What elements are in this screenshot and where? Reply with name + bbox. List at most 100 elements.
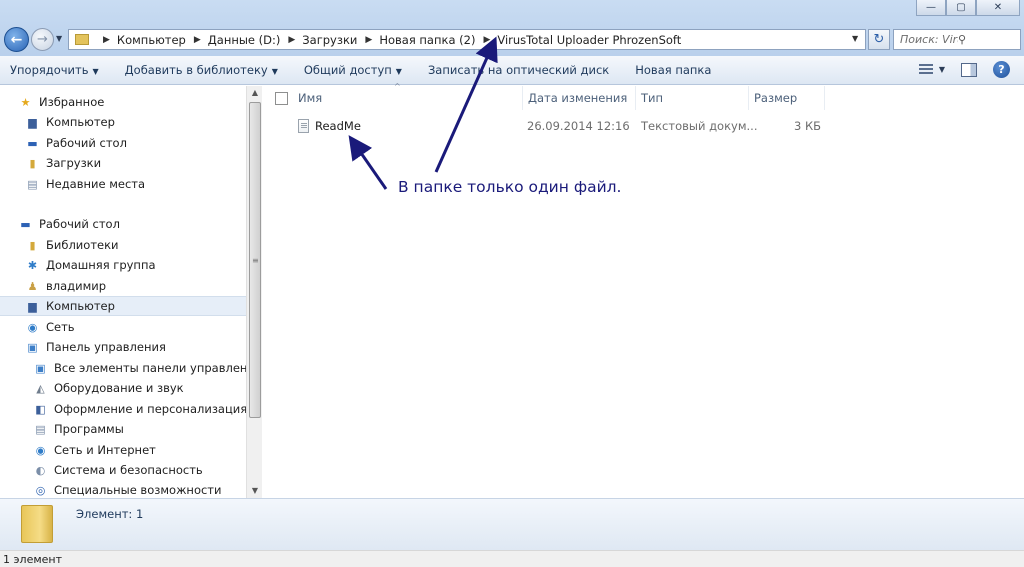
recent-pages-dropdown[interactable]: ▼	[56, 34, 62, 43]
desktop-icon: ▬	[20, 217, 31, 231]
file-type: Текстовый докум...	[641, 119, 758, 133]
file-row[interactable]: ReadMe 26.09.2014 12:16 Текстовый докум.…	[263, 116, 828, 136]
nav-cp-network[interactable]: ◉ Сеть и Интернет	[33, 440, 156, 460]
search-input[interactable]: Поиск: VirusTotal ... ⚲	[893, 29, 1021, 50]
nav-homegroup[interactable]: ✱ Домашняя группа	[25, 255, 156, 275]
programs-icon: ▤	[35, 422, 46, 436]
close-button[interactable]: ✕	[976, 0, 1020, 16]
file-list: ^ Имя Дата изменения Тип Размер ReadMe 2…	[263, 82, 1024, 498]
add-to-library-label: Добавить в библиотеку	[124, 63, 268, 77]
recent-places-icon: ▤	[27, 177, 38, 191]
chevron-down-icon: ▼	[938, 65, 945, 74]
file-size: 3 КБ	[794, 119, 822, 133]
nav-label: Специальные возможности	[54, 483, 222, 497]
nav-label: Панель управления	[46, 340, 166, 354]
downloads-folder-icon: ▮	[29, 156, 36, 170]
nav-label: Программы	[54, 422, 124, 436]
nav-cp-all[interactable]: ▣ Все элементы панели управления	[33, 358, 246, 378]
add-to-library-menu[interactable]: Добавить в библиотеку ▼	[125, 63, 278, 77]
address-dropdown-icon[interactable]: ▼	[852, 34, 858, 43]
burn-button[interactable]: Записать на оптический диск	[428, 63, 609, 77]
file-name-cell[interactable]: ReadMe	[298, 116, 361, 136]
organize-menu[interactable]: Упорядочить ▼	[10, 63, 99, 77]
breadcrumb-separator-icon[interactable]: ▶	[194, 35, 201, 45]
nav-label: Рабочий стол	[46, 136, 127, 150]
control-panel-icon: ▣	[27, 340, 38, 354]
back-button[interactable]: ←	[4, 27, 29, 52]
breadcrumb-separator-icon[interactable]: ▶	[365, 35, 372, 45]
nav-label: Оформление и персонализация	[54, 402, 246, 416]
status-text: 1 элемент	[3, 552, 62, 566]
breadcrumb-downloads[interactable]: Загрузки	[302, 33, 357, 47]
column-type-label: Тип	[641, 91, 664, 105]
new-folder-button[interactable]: Новая папка	[635, 63, 711, 77]
chevron-down-icon: ▼	[395, 67, 402, 76]
nav-user[interactable]: ♟ владимир	[25, 276, 107, 296]
scroll-down-icon[interactable]: ▼	[247, 484, 263, 498]
nav-label: Система и безопасность	[54, 463, 203, 477]
column-size[interactable]: Размер	[749, 86, 825, 110]
window-controls: — ▢ ✕	[916, 0, 1020, 16]
nav-computer[interactable]: ▆ Компьютер	[0, 296, 246, 316]
breadcrumb-drive[interactable]: Данные (D:)	[208, 33, 281, 47]
column-type[interactable]: Тип	[636, 86, 749, 110]
file-date: 26.09.2014 12:16	[527, 119, 630, 133]
control-panel-icon: ▣	[35, 361, 46, 375]
breadcrumb-separator-icon[interactable]: ▶	[103, 35, 110, 45]
breadcrumb-separator-icon[interactable]: ▶	[288, 35, 295, 45]
nav-cp-appearance[interactable]: ◧ Оформление и персонализация	[33, 399, 246, 419]
forward-button[interactable]: →	[31, 28, 54, 51]
nav-cp-access[interactable]: ◎ Специальные возможности	[33, 480, 222, 498]
nav-fav-recent[interactable]: ▤ Недавние места	[25, 174, 145, 194]
select-all-checkbox[interactable]	[275, 91, 288, 105]
refresh-button[interactable]: ↻	[868, 29, 890, 50]
file-name[interactable]: ReadMe	[315, 119, 361, 133]
breadcrumb-new-folder[interactable]: Новая папка (2)	[379, 33, 475, 47]
minimize-button[interactable]: —	[916, 0, 946, 16]
breadcrumb-current-folder[interactable]: VirusTotal Uploader PhrozenSoft	[497, 33, 681, 47]
system-security-icon: ◐	[35, 463, 46, 477]
nav-label: Сеть и Интернет	[54, 443, 156, 457]
chevron-down-icon: ▼	[271, 67, 278, 76]
grip-icon: ≡	[252, 256, 259, 265]
nav-label: Загрузки	[46, 156, 102, 170]
nav-network[interactable]: ◉ Сеть	[25, 317, 75, 337]
nav-fav-downloads[interactable]: ▮ Загрузки	[25, 153, 101, 173]
nav-cp-programs[interactable]: ▤ Программы	[33, 419, 124, 439]
nav-label: Сеть	[46, 320, 75, 334]
address-bar[interactable]: ▶ Компьютер ▶ Данные (D:) ▶ Загрузки ▶ Н…	[68, 29, 866, 50]
back-arrow-icon: ←	[10, 31, 23, 48]
column-date-label: Дата изменения	[528, 91, 628, 105]
chevron-down-icon: ▼	[92, 67, 99, 76]
appearance-icon: ◧	[35, 402, 46, 416]
computer-icon: ▆	[28, 299, 37, 313]
nav-favorites[interactable]: ★ Избранное	[18, 92, 105, 112]
breadcrumb-separator-icon[interactable]: ▶	[483, 35, 490, 45]
nav-desktop[interactable]: ▬ Рабочий стол	[18, 214, 120, 234]
title-bar: — ▢ ✕ ← → ▼ ▶ Компьютер ▶ Данные (D:) ▶ …	[0, 0, 1024, 56]
nav-label: Рабочий стол	[39, 217, 120, 231]
navigation-scrollbar[interactable]: ▲ ≡ ▼	[246, 86, 262, 498]
column-name-label: Имя	[298, 91, 323, 105]
nav-control-panel[interactable]: ▣ Панель управления	[25, 337, 166, 357]
nav-label: Оборудование и звук	[54, 381, 184, 395]
scroll-up-icon[interactable]: ▲	[247, 86, 263, 100]
nav-fav-computer[interactable]: ▆ Компьютер	[25, 112, 115, 132]
nav-fav-desktop[interactable]: ▬ Рабочий стол	[25, 133, 127, 153]
nav-label: Библиотеки	[46, 238, 119, 252]
organize-label: Упорядочить	[10, 63, 89, 77]
preview-pane-icon[interactable]	[961, 62, 977, 77]
nav-cp-hardware[interactable]: ◭ Оборудование и звук	[33, 378, 184, 398]
help-icon[interactable]: ?	[993, 61, 1010, 78]
network-icon: ◉	[27, 320, 38, 334]
column-date[interactable]: Дата изменения	[523, 86, 636, 110]
nav-cp-security[interactable]: ◐ Система и безопасность	[33, 460, 203, 480]
maximize-button[interactable]: ▢	[946, 0, 976, 16]
share-label: Общий доступ	[303, 63, 392, 77]
column-name[interactable]: Имя	[263, 86, 523, 110]
nav-libraries[interactable]: ▮ Библиотеки	[25, 235, 119, 255]
breadcrumb-computer[interactable]: Компьютер	[117, 33, 186, 47]
view-list-icon	[918, 63, 933, 76]
change-view-button[interactable]: ▼	[918, 63, 945, 76]
share-menu[interactable]: Общий доступ ▼	[304, 63, 402, 77]
